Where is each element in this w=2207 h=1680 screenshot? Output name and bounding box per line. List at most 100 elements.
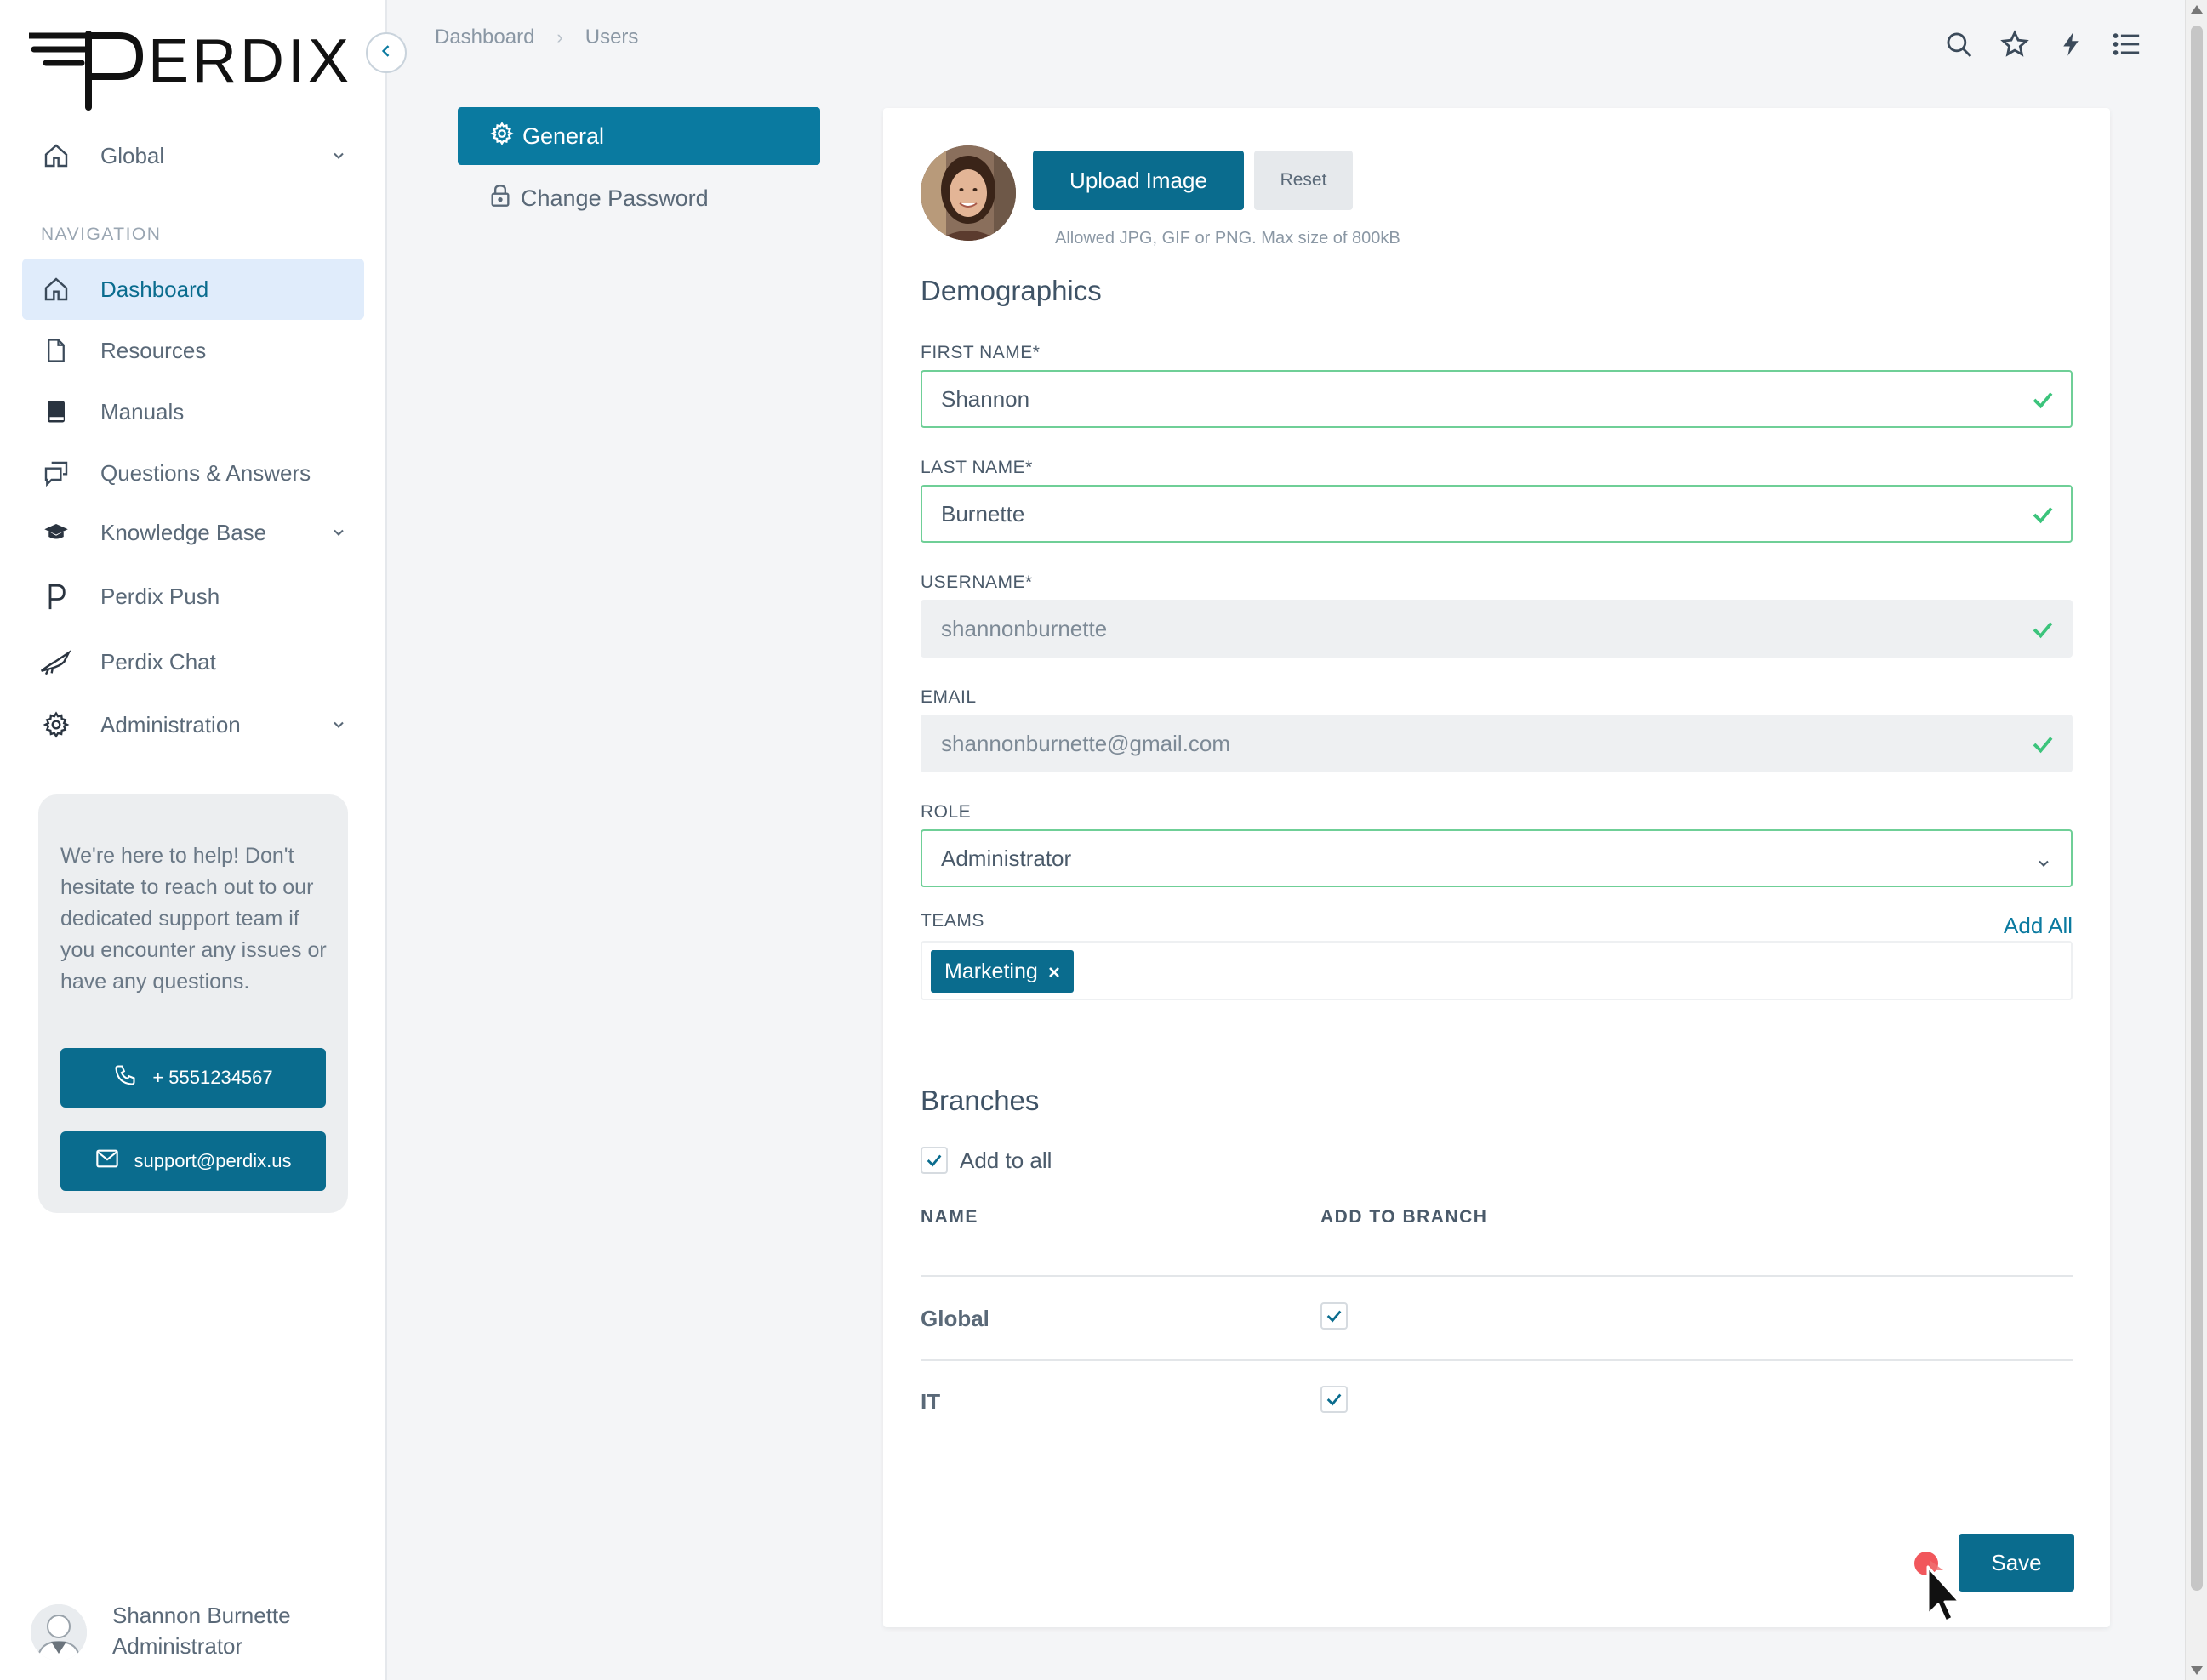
- checkbox-checked-icon: [921, 1147, 948, 1174]
- team-chip-marketing: Marketing: [931, 950, 1074, 993]
- branch-checkbox-it[interactable]: [1320, 1386, 1348, 1413]
- sidebar: ERDIX Global NAVIGATION Dashboard Resour…: [0, 0, 387, 1680]
- support-card: We're here to help! Don't hesitate to re…: [38, 794, 348, 1213]
- perdix-push-icon: [29, 581, 83, 612]
- add-all-teams-link[interactable]: Add All: [2004, 913, 2073, 939]
- chevron-down-icon: [322, 716, 356, 733]
- valid-check-icon: [2030, 617, 2056, 648]
- sidebar-item-perdix-push[interactable]: Perdix Push: [22, 566, 364, 627]
- book-icon: [29, 398, 83, 425]
- upload-image-button[interactable]: Upload Image: [1033, 151, 1244, 210]
- nav-heading: NAVIGATION: [41, 225, 162, 244]
- lock-icon: [490, 184, 510, 214]
- sidebar-item-label: Perdix Chat: [100, 648, 216, 675]
- email-value: shannonburnette@gmail.com: [941, 730, 1231, 756]
- sidebar-collapse-button[interactable]: [366, 32, 407, 73]
- branches-title: Branches: [921, 1085, 1040, 1116]
- remove-chip-icon[interactable]: [1048, 960, 1060, 984]
- sidebar-item-label: Resources: [100, 337, 207, 363]
- username-label: USERNAME*: [921, 572, 1033, 592]
- lightning-icon[interactable]: [2056, 29, 2086, 60]
- support-email-label: support@perdix.us: [134, 1150, 292, 1171]
- role-label: ROLE: [921, 802, 972, 822]
- home-icon: [29, 276, 83, 303]
- list-icon[interactable]: [2112, 29, 2142, 60]
- valid-check-icon: [2030, 387, 2056, 419]
- scrollbar-thumb[interactable]: [2191, 26, 2203, 1591]
- teams-multiselect[interactable]: Marketing: [921, 941, 2073, 1000]
- page-scrollbar[interactable]: [2185, 0, 2207, 1680]
- first-name-value: Shannon: [941, 385, 1030, 412]
- star-icon[interactable]: [1999, 29, 2030, 60]
- last-name-value: Burnette: [941, 500, 1025, 527]
- sidebar-item-label: Knowledge Base: [100, 519, 267, 545]
- tab-general[interactable]: General: [458, 107, 820, 165]
- chevron-down-icon: [2035, 851, 2052, 878]
- sidebar-item-perdix-chat[interactable]: Perdix Chat: [22, 631, 364, 692]
- chevron-left-icon: [378, 43, 395, 64]
- sidebar-item-questions[interactable]: Questions & Answers: [22, 442, 364, 504]
- first-name-field[interactable]: Shannon: [921, 370, 2073, 428]
- breadcrumb: Dashboard › Users: [435, 26, 638, 49]
- support-text: We're here to help! Don't hesitate to re…: [60, 844, 327, 994]
- branch-name: Global: [921, 1306, 989, 1331]
- support-email-button[interactable]: support@perdix.us: [60, 1131, 326, 1191]
- add-to-all-checkbox[interactable]: Add to all: [921, 1147, 1052, 1174]
- user-profile-footer[interactable]: Shannon Burnette Administrator: [31, 1601, 371, 1669]
- sidebar-item-administration[interactable]: Administration: [22, 694, 364, 755]
- table-row-divider: [921, 1359, 2073, 1361]
- role-select[interactable]: Administrator: [921, 829, 2073, 887]
- sidebar-item-label: Administration: [100, 711, 241, 737]
- scope-label: Global: [100, 142, 165, 168]
- scope-selector[interactable]: Global: [22, 129, 364, 182]
- breadcrumb-users: Users: [585, 26, 639, 48]
- sidebar-item-knowledge-base[interactable]: Knowledge Base: [22, 502, 364, 563]
- phone-icon: [113, 1063, 137, 1092]
- checkbox-checked-icon: [1320, 1386, 1348, 1413]
- role-value: Administrator: [941, 845, 1072, 871]
- sidebar-item-resources[interactable]: Resources: [22, 320, 364, 381]
- last-name-field[interactable]: Burnette: [921, 485, 2073, 543]
- branch-checkbox-global[interactable]: [1320, 1302, 1348, 1330]
- first-name-label: FIRST NAME*: [921, 343, 1041, 362]
- teams-label: TEAMS: [921, 911, 984, 931]
- tab-general-label: General: [522, 122, 605, 149]
- last-name-label: LAST NAME*: [921, 458, 1033, 477]
- user-form-card: Upload Image Reset Allowed JPG, GIF or P…: [883, 108, 2110, 1627]
- search-icon[interactable]: [1943, 29, 1974, 60]
- graduation-cap-icon: [29, 520, 83, 545]
- email-label: EMAIL: [921, 687, 977, 707]
- valid-check-icon: [2030, 732, 2056, 763]
- sidebar-item-label: Perdix Push: [100, 583, 220, 609]
- gear-icon: [490, 121, 514, 151]
- username-value: shannonburnette: [941, 615, 1108, 641]
- valid-check-icon: [2030, 502, 2056, 533]
- breadcrumb-separator-icon: ›: [556, 26, 563, 48]
- add-to-all-label: Add to all: [960, 1147, 1052, 1173]
- perdix-logo[interactable]: ERDIX: [26, 26, 361, 114]
- reset-image-button[interactable]: Reset: [1254, 151, 1353, 210]
- breadcrumb-dashboard[interactable]: Dashboard: [435, 26, 534, 49]
- user-name: Shannon Burnette: [112, 1603, 291, 1628]
- tab-change-password[interactable]: Change Password: [490, 177, 709, 219]
- username-field: shannonburnette: [921, 600, 2073, 658]
- sidebar-item-manuals[interactable]: Manuals: [22, 381, 364, 442]
- mail-icon: [95, 1148, 119, 1174]
- tab-change-password-label: Change Password: [521, 185, 709, 211]
- team-chip-label: Marketing: [944, 959, 1038, 983]
- sidebar-item-label: Questions & Answers: [100, 459, 311, 486]
- sidebar-item-dashboard[interactable]: Dashboard: [22, 259, 364, 320]
- home-icon: [29, 142, 83, 169]
- demographics-title: Demographics: [921, 275, 1102, 306]
- column-header-name: NAME: [921, 1207, 978, 1227]
- gear-icon: [29, 711, 83, 738]
- scroll-down-icon[interactable]: [2191, 1666, 2203, 1675]
- chevron-down-icon: [322, 524, 356, 541]
- save-button[interactable]: Save: [1959, 1534, 2074, 1592]
- email-field: shannonburnette@gmail.com: [921, 715, 2073, 772]
- scroll-up-icon[interactable]: [2191, 5, 2203, 14]
- upload-hint: Allowed JPG, GIF or PNG. Max size of 800…: [1055, 229, 1400, 248]
- file-icon: [29, 337, 83, 364]
- support-phone-button[interactable]: + 5551234567: [60, 1048, 326, 1108]
- chevron-down-icon: [322, 147, 356, 164]
